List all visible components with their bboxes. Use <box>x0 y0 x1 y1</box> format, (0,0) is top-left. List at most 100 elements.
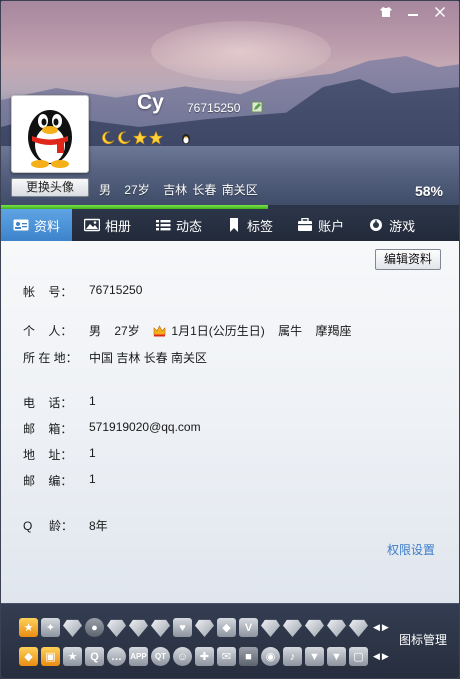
postcode-row: 邮 编： 1 <box>23 472 96 489</box>
birthday-crown-icon <box>153 325 166 340</box>
email-row: 邮 箱： 571919020@qq.com <box>23 420 201 437</box>
personal-gender: 男 <box>89 324 102 338</box>
qq-level-icons[interactable] <box>101 131 193 145</box>
lock-icon[interactable]: ▣ <box>41 647 60 666</box>
email-label: 邮 箱： <box>23 422 73 436</box>
square-icon[interactable]: ▢ <box>349 647 368 666</box>
phone-row: 电 话： 1 <box>23 394 96 411</box>
heart-diamond-icon[interactable]: ♥ <box>173 618 192 637</box>
scroll-left-icon[interactable]: ◀ <box>373 622 380 633</box>
qage-row: Q 龄： 8年 <box>23 517 108 534</box>
account-row: 帐 号： 76715250 <box>23 283 142 300</box>
change-avatar-button[interactable]: 更换头像 <box>11 178 89 197</box>
game-icon <box>370 219 383 231</box>
personal-age: 27岁 <box>114 324 140 338</box>
account-label: 帐 号： <box>23 285 73 299</box>
diamond-icon[interactable] <box>63 619 82 637</box>
penguin-diamond-icon[interactable]: ● <box>85 618 104 637</box>
diamond-icon[interactable] <box>261 619 280 637</box>
moon-icon <box>118 131 131 145</box>
cube-icon[interactable]: ■ <box>239 647 258 666</box>
profile-summary: 男 27岁 吉林 长春 南关区 <box>99 181 266 198</box>
diamond-icon[interactable] <box>195 619 214 637</box>
scroll-left-icon[interactable]: ◀ <box>373 651 380 662</box>
diamond-icon[interactable] <box>305 619 324 637</box>
scroll-right-icon[interactable]: ▶ <box>382 622 389 633</box>
title-bar-controls <box>373 3 453 21</box>
puzzle-icon[interactable]: ✚ <box>195 647 214 666</box>
personal-row: 个 人： 男 27岁 1月1日(公历生日) 属牛 摩羯座 <box>23 322 361 340</box>
qage-label: Q 龄： <box>23 519 74 533</box>
feed-list-icon <box>156 220 171 231</box>
personal-zodiac: 属牛 <box>278 324 303 338</box>
tab-profile[interactable]: 资料 <box>1 209 73 241</box>
tab-label: 资料 <box>34 218 61 234</box>
diamond-icon[interactable] <box>151 619 170 637</box>
personal-birthday: 1月1日(公历生日) <box>171 324 265 338</box>
location: 吉林 长春 南关区 <box>163 183 258 197</box>
location-label: 所 在 地： <box>23 351 78 365</box>
edit-profile-button[interactable]: 编辑资料 <box>375 249 441 270</box>
phone-label: 电 话： <box>23 396 73 410</box>
vip-icon[interactable]: V <box>239 618 258 637</box>
tab-label: 相册 <box>105 218 132 234</box>
skin-shirt-icon[interactable] <box>373 3 399 21</box>
minimize-icon[interactable] <box>400 3 426 21</box>
close-icon[interactable] <box>427 3 453 21</box>
location-value: 中国 吉林 长春 南关区 <box>89 351 208 365</box>
postcode-value: 1 <box>89 472 96 486</box>
bookmark-icon <box>230 218 239 232</box>
diamond-icon[interactable] <box>349 619 368 637</box>
qage-value: 8年 <box>89 519 108 533</box>
tab-account[interactable]: 账户 <box>285 209 356 241</box>
diamond-icon[interactable] <box>327 619 346 637</box>
scroll-right-icon[interactable]: ▶ <box>382 651 389 662</box>
icon-tray: ★ ✦ ● ♥ ◆ V ◀ ▶ ◆ ▣ ★ Q … APP QT ☺ ✚ ✉ ■… <box>1 603 459 678</box>
tab-feed[interactable]: 动态 <box>143 209 214 241</box>
icon-manage-button[interactable]: 图标管理 <box>399 631 447 648</box>
butterfly-icon[interactable]: ✦ <box>41 618 60 637</box>
qt-icon[interactable]: QT <box>151 647 170 666</box>
qzone-icon[interactable]: Q <box>85 647 104 666</box>
music-icon[interactable]: ♪ <box>283 647 302 666</box>
tab-label: 账户 <box>318 218 345 234</box>
app-icon[interactable]: APP <box>129 647 148 666</box>
address-row: 地 址： 1 <box>23 446 96 463</box>
tab-label: 动态 <box>176 218 203 234</box>
penguin-face-icon[interactable]: ☺ <box>173 647 192 666</box>
diamond-icon[interactable] <box>129 619 148 637</box>
email-value: 571919020@qq.com <box>89 420 201 434</box>
diamond-icon[interactable] <box>283 619 302 637</box>
chat-icon[interactable]: … <box>107 647 126 666</box>
diamond-icon[interactable] <box>107 619 126 637</box>
edit-pencil-icon[interactable] <box>251 101 263 113</box>
disc-icon[interactable]: ◉ <box>261 647 280 666</box>
mail-icon[interactable]: ✉ <box>217 647 236 666</box>
personal-constellation: 摩羯座 <box>315 324 352 338</box>
tab-bar: 资料 相册 动态 标签 账户 游戏 <box>1 209 459 241</box>
shield-icon[interactable]: ▼ <box>305 647 324 666</box>
avatar[interactable] <box>11 95 89 173</box>
age: 27岁 <box>124 183 150 197</box>
completion-percent: 58% <box>414 183 443 199</box>
wing-diamond-icon[interactable]: ◆ <box>217 618 236 637</box>
star-icon <box>149 131 163 145</box>
gold-shield-icon[interactable]: ◆ <box>19 647 38 666</box>
penguin-small-icon[interactable] <box>179 131 193 145</box>
tab-label: 游戏 <box>389 218 416 234</box>
gold-badge-icon[interactable]: ★ <box>19 618 38 637</box>
address-value: 1 <box>89 446 96 460</box>
tab-tags[interactable]: 标签 <box>214 209 285 241</box>
tab-games[interactable]: 游戏 <box>356 209 427 241</box>
tab-album[interactable]: 相册 <box>72 209 143 241</box>
qq-number: 76715250 <box>187 101 241 115</box>
shield-icon[interactable]: ▼ <box>327 647 346 666</box>
tray-row-1-arrows[interactable]: ◀ ▶ <box>373 622 389 633</box>
nickname: Cy <box>137 91 164 114</box>
wallet-icon <box>298 218 313 231</box>
personal-value: 男 27岁 1月1日(公历生日) 属牛 摩羯座 <box>89 322 361 340</box>
tray-row-2: ◆ ▣ ★ Q … APP QT ☺ ✚ ✉ ■ ◉ ♪ ▼ ▼ ▢ ◀ ▶ <box>19 647 389 666</box>
star-icon[interactable]: ★ <box>63 647 82 666</box>
permission-settings-link[interactable]: 权限设置 <box>387 541 435 558</box>
tray-row-2-arrows[interactable]: ◀ ▶ <box>373 651 389 662</box>
